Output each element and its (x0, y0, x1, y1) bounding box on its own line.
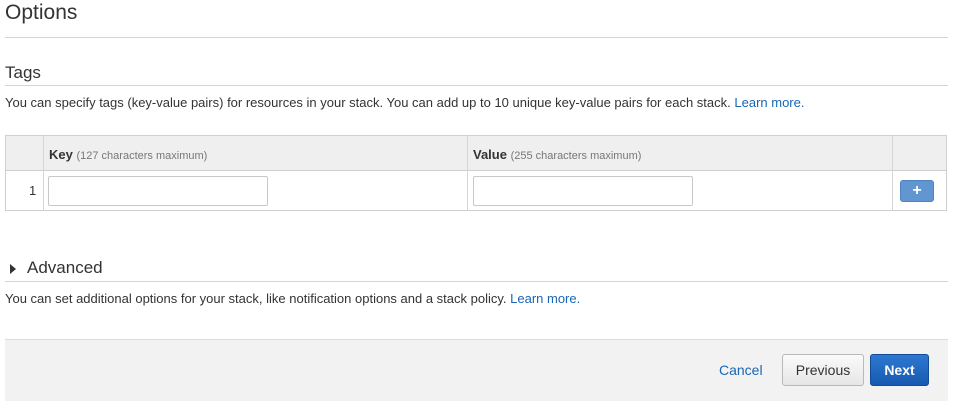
value-column-label: Value (473, 147, 507, 162)
tags-learn-more-link[interactable]: Learn more. (734, 95, 804, 110)
tag-value-input[interactable] (473, 176, 693, 206)
tags-divider (5, 85, 948, 86)
tag-key-input[interactable] (48, 176, 268, 206)
column-divider (892, 136, 893, 210)
advanced-description-text: You can set additional options for your … (5, 291, 507, 306)
tags-table: Key (127 characters maximum) Value (255 … (5, 135, 947, 211)
advanced-divider (5, 281, 948, 282)
column-divider (467, 136, 468, 210)
previous-button[interactable]: Previous (782, 354, 864, 386)
plus-icon: + (912, 182, 922, 199)
advanced-learn-more-link[interactable]: Learn more. (510, 291, 580, 306)
row-number: 1 (29, 183, 37, 198)
add-tag-button[interactable]: + (900, 180, 934, 202)
tags-description: You can specify tags (key-value pairs) f… (5, 95, 804, 110)
cancel-link[interactable]: Cancel (719, 362, 763, 378)
advanced-heading[interactable]: Advanced (27, 258, 103, 278)
title-divider (5, 37, 948, 38)
value-column-header: Value (255 characters maximum) (473, 147, 641, 162)
key-column-label: Key (49, 147, 73, 162)
wizard-footer: Cancel Previous Next (5, 339, 948, 401)
key-column-hint: (127 characters maximum) (76, 150, 208, 162)
value-column-hint: (255 characters maximum) (510, 150, 642, 162)
advanced-description: You can set additional options for your … (5, 291, 580, 306)
tags-description-text: You can specify tags (key-value pairs) f… (5, 95, 731, 110)
page-title: Options (5, 1, 78, 24)
tags-heading: Tags (5, 63, 41, 82)
key-column-header: Key (127 characters maximum) (49, 147, 207, 162)
expand-caret-icon[interactable] (10, 264, 16, 274)
column-divider (43, 136, 44, 210)
next-button[interactable]: Next (870, 354, 929, 386)
